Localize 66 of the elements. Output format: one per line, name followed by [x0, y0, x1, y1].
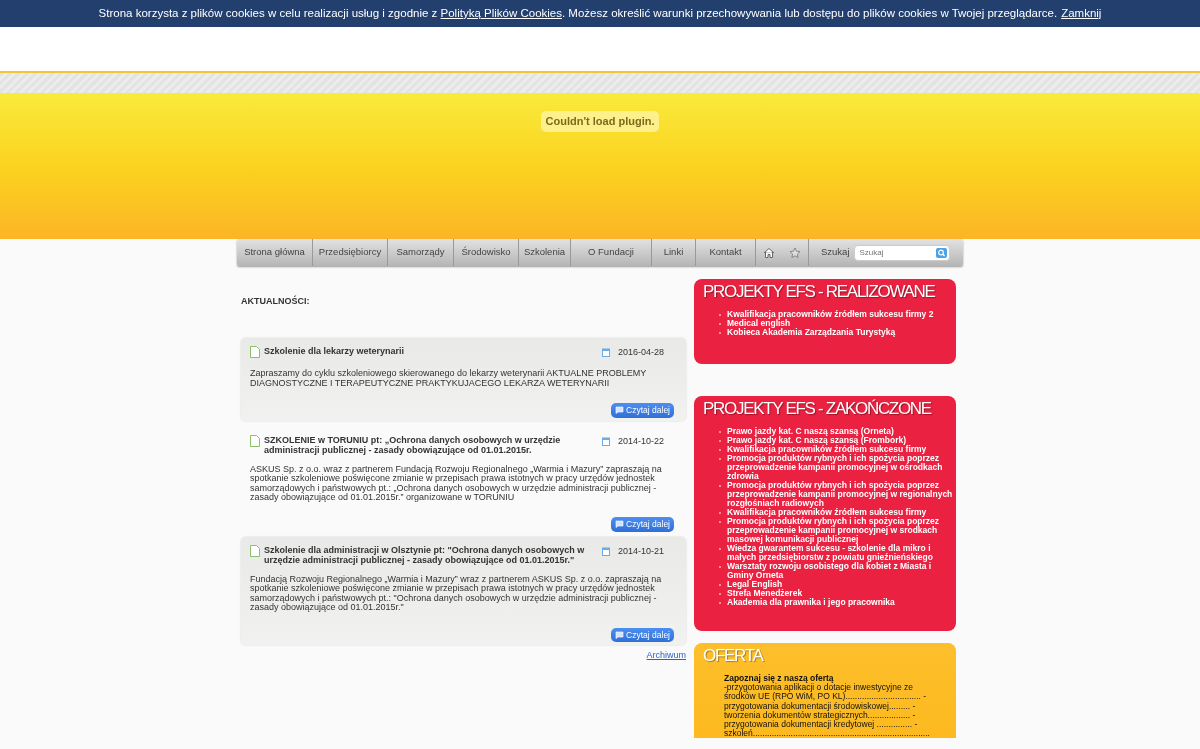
project-link[interactable]: Legal English: [727, 580, 783, 589]
search-label: Szukaj: [808, 239, 854, 266]
project-link[interactable]: Wiedza gwarantem sukcesu - szkolenie dla mikro i małych przedsiębiorstw z powiatu gnieźnieńskiego: [727, 544, 956, 562]
speech-bubble-icon: [615, 520, 625, 529]
offer-line: szkoleń...........................................................................: [724, 729, 931, 739]
project-link[interactable]: Promocja produktów rybnych i ich spożycia poprzez przeprowadzenie kampanii promocyjnej w srodkach masowej komunikacji publicznej: [727, 517, 956, 544]
project-link[interactable]: Strefa Menedżerek: [727, 589, 803, 598]
speech-bubble-icon: [615, 630, 625, 639]
nav-link[interactable]: Samorządy: [388, 239, 454, 266]
news-title[interactable]: Szkolenie dla lekarzy weterynarii: [264, 345, 405, 358]
project-link[interactable]: Warsztaty rozwoju osobistego dla kobiet z Miasta i Gminy Orneta: [727, 562, 956, 580]
calendar-icon: [602, 347, 610, 357]
project-link[interactable]: Kobieca Akademia Zarządzania Turystyką: [727, 328, 896, 337]
news-date: 2016-04-28: [618, 345, 665, 359]
panel-title: PROJEKTY EFS - REALIZOWANE: [703, 282, 936, 302]
panel-title: PROJEKTY EFS - ZAKOŃCZONE: [703, 399, 933, 419]
offer-line: środków UE (RPO WiM, PO KL)................................ -: [724, 692, 928, 702]
project-link[interactable]: Kwalifikacja pracowników źródłem sukcesu firmy: [727, 445, 927, 454]
speech-bubble-icon: [615, 406, 625, 415]
nav-link[interactable]: Strona główna: [237, 239, 313, 266]
project-link[interactable]: Akademia dla prawnika i jego pracownika: [727, 598, 895, 607]
home-icon[interactable]: [763, 246, 775, 259]
read-more-button[interactable]: Czytaj dalej: [611, 627, 674, 643]
news-title[interactable]: Szkolenie dla administracji w Olsztynie pt: "Ochrona danych osobowych w urzędzie administracji publicznej - zasady obowiązujące od 01.01.2015r.": [264, 544, 586, 565]
document-icon: [250, 345, 260, 358]
project-link[interactable]: Medical english: [727, 319, 791, 328]
project-link[interactable]: Prawo jazdy kat. C naszą szansą (Frombork): [727, 436, 907, 445]
star-icon[interactable]: [789, 246, 801, 259]
close-link[interactable]: Zamknij: [1061, 4, 1102, 23]
project-link[interactable]: Kwalifikacja pracowników źródłem sukcesu firmy: [727, 508, 927, 517]
offer-line: -przygotowania aplikacji o dotacje inwestycyjne ze: [724, 683, 913, 693]
document-icon: [250, 434, 260, 447]
nav-link[interactable]: Kontakt: [696, 239, 756, 266]
search-box[interactable]: Szukaj: [853, 244, 950, 261]
offer-line: tworzenia dokumentów strategicznych.................. -: [724, 710, 917, 720]
news-text: Zapraszamy do cyklu szkoleniowego skierowanego do lekarzy weterynarii AKTUALNE PROBLEMY DIAGNOSTYCZNE I TERAPEUTYCZNE PRAKTYKUJACEGO LEKARZA WETERYNARII: [250, 369, 647, 388]
news-text: Fundacją Rozwoju Regionalnego „Warmia i Mazury” wraz z partnerem ASKUS Sp. z o.o. zapraszają na spotkanie szkoleniowe poświęcone zmianie w przepisach prawa istotnych w pracy urzędów jednostek samorządowych i państwowych pt.: "Ochrona danych osobowych w urzędzie administracji publicznej - zasady obowiązujące od 01.01.2015r.": [250, 574, 663, 613]
read-more-button[interactable]: Czytaj dalej: [611, 516, 674, 532]
offer-intro: Zapoznaj się z naszą ofertą: [724, 674, 834, 684]
offer-line: przygotowania dokumentacji środowiskowej......... -: [724, 701, 916, 711]
cookie-message: Strona korzysta z plików cookies w celu realizacji usług i zgodnie z Polityką Plików Cookies. Możesz określić warunki przechowywania lub dostępu do plików cookies w Twojej przeglądarce.: [98, 5, 1058, 21]
nav-link[interactable]: O Fundacji: [571, 239, 652, 266]
offer-line: przygotowania dokumentacji kredytowej ............... -: [724, 720, 918, 730]
plugin-message: Couldn't load plugin.: [540, 111, 660, 132]
news-date: 2014-10-22: [618, 434, 665, 448]
nav-link[interactable]: Szkolenia: [519, 239, 571, 266]
calendar-icon: [602, 437, 610, 446]
project-link[interactable]: Prawo jazdy kat. C naszą szansą (Orneta): [727, 427, 894, 436]
calendar-icon: [602, 546, 610, 556]
nav-link[interactable]: Przedsiębiorcy: [313, 239, 388, 266]
search-field[interactable]: Szukaj: [859, 246, 936, 259]
document-icon: [250, 544, 260, 557]
news-title[interactable]: SZKOLENIE w TORUNIU pt: „Ochrona danych osobowych w urzędzie administracji publicznej - zasady obowiązujące od 01.01.2015r.: [264, 434, 586, 455]
news-text: ASKUS Sp. z o.o. wraz z partnerem Fundacją Rozwoju Regionalnego „Warmia i Mazury” zapraszają na spotkanie szkoleniowe poświęcone zmianie w przepisach prawa istotnych w pracy urzędów jednostek samorządowych i państwowych pt.: „Ochrona danych osobowych w urzędzie administracji publicznej - zasady obowiązujące od 01.01.2015r.” organizowane w TORUNIU: [250, 464, 663, 503]
nav-link[interactable]: Środowisko: [454, 239, 519, 266]
project-link[interactable]: Promocja produktów rybnych i ich spożycia poprzez przeprowadzenie kampanii promocyjnej w regionalnych rozgłośniach radiowych: [727, 481, 956, 508]
section-heading: AKTUALNOŚCI:: [241, 295, 311, 308]
archive-link[interactable]: Archiwum: [646, 649, 686, 663]
read-more-button[interactable]: Czytaj dalej: [611, 403, 674, 418]
news-date: 2014-10-21: [618, 544, 665, 558]
panel-title: OFERTA: [703, 646, 765, 666]
project-link[interactable]: Promocja produktów rybnych i ich spożycia poprzez przeprowadzenie kampanii promocyjnej w ośrodkach zdrowia: [727, 454, 956, 481]
cookie-policy-link[interactable]: Polityką Plików Cookies: [440, 6, 562, 19]
nav-link[interactable]: Linki: [652, 239, 696, 266]
search-icon[interactable]: [935, 247, 947, 258]
project-link[interactable]: Kwalifikacja pracowników źródłem sukcesu firmy 2: [727, 310, 934, 319]
